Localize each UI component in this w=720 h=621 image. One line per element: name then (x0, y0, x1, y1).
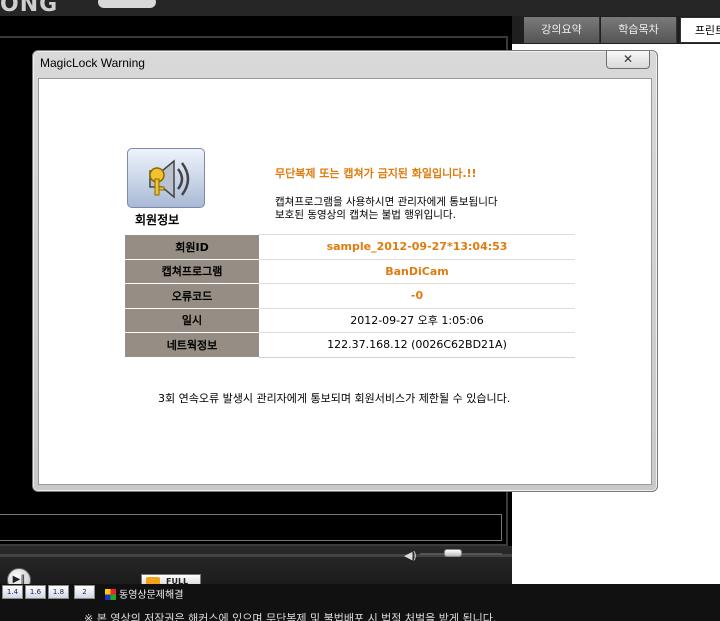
row-value-error-code: -0 (259, 283, 575, 308)
copyright-notice: ※ 본 영상의 저작권은 해커스에 있으며 무단복제 및 불법배포 시 법적 처… (84, 612, 497, 621)
app-top-bar: ONG (0, 0, 720, 16)
warning-title: 무단복제 또는 캡쳐가 금지된 화일입니다.!! (275, 167, 477, 180)
speed-button-1-6[interactable]: 1.6 (25, 585, 46, 599)
app-logo: ONG (0, 0, 59, 16)
row-label-member-id: 회원ID (125, 234, 259, 260)
table-row: 네트웍정보 122.37.168.12 (0026C62BD21A) (125, 332, 575, 358)
table-row: 캡쳐프로그램 BanDiCam (125, 258, 575, 284)
speed-button-1-4[interactable]: 1.4 (2, 585, 23, 599)
speed-button-2[interactable]: 2 (74, 585, 95, 599)
table-row: 일시 2012-09-27 오후 1:05:06 (125, 307, 575, 333)
warning-line-2: 보호된 동영상의 캡쳐는 불법 행위입니다. (275, 209, 456, 221)
video-help-label: 동영상문제해결 (119, 590, 184, 601)
table-row: 오류코드 -0 (125, 283, 575, 309)
tab-table-of-contents[interactable]: 학습목차 (601, 17, 677, 43)
table-row: 회원ID sample_2012-09-27*13:04:53 (125, 234, 575, 260)
footer-note: 3회 연속오류 발생시 관리자에게 통보되며 회원서비스가 제한될 수 있습니다… (158, 392, 511, 405)
magiclock-speaker-icon (127, 148, 205, 208)
row-value-member-id: sample_2012-09-27*13:04:53 (259, 234, 575, 259)
tab-print[interactable]: 프린트 (680, 17, 720, 43)
dialog-title: MagicLock Warning (40, 56, 145, 70)
row-value-capture-program: BanDiCam (259, 258, 575, 284)
row-value-network-info: 122.37.168.12 (0026C62BD21A) (259, 332, 575, 357)
dialog-body: 회원정보 무단복제 또는 캡쳐가 금지된 화일입니다.!! 캡쳐프로그램을 사용… (38, 78, 652, 485)
header-pill-button[interactable] (98, 0, 156, 8)
row-label-network-info: 네트웍정보 (125, 332, 259, 358)
subtitle-bar (0, 514, 502, 541)
video-help-link[interactable]: 동영상문제해결 (105, 586, 183, 601)
volume-thumb[interactable] (444, 549, 462, 557)
volume-icon[interactable]: ◀) (404, 549, 417, 562)
row-value-datetime: 2012-09-27 오후 1:05:06 (259, 307, 575, 333)
row-label-capture-program: 캡쳐프로그램 (125, 259, 259, 284)
row-label-error-code: 오류코드 (125, 283, 259, 309)
tab-lecture-summary[interactable]: 강의요약 (524, 17, 600, 43)
windows-logo-icon (105, 589, 116, 600)
bottom-bar: 1.4 1.6 1.8 2 동영상문제해결 ※ 본 영상의 저작권은 해커스에 … (0, 584, 720, 621)
member-info-label: 회원정보 (135, 213, 180, 227)
magiclock-warning-dialog: MagicLock Warning ✕ 회원정보 무단복제 또는 캡쳐가 금지된… (32, 50, 658, 492)
speed-button-1-8[interactable]: 1.8 (48, 585, 69, 599)
close-icon: ✕ (622, 52, 634, 66)
member-info-table: 회원ID sample_2012-09-27*13:04:53 캡쳐프로그램 B… (125, 234, 575, 358)
row-label-datetime: 일시 (125, 308, 259, 333)
close-button[interactable]: ✕ (606, 51, 650, 69)
